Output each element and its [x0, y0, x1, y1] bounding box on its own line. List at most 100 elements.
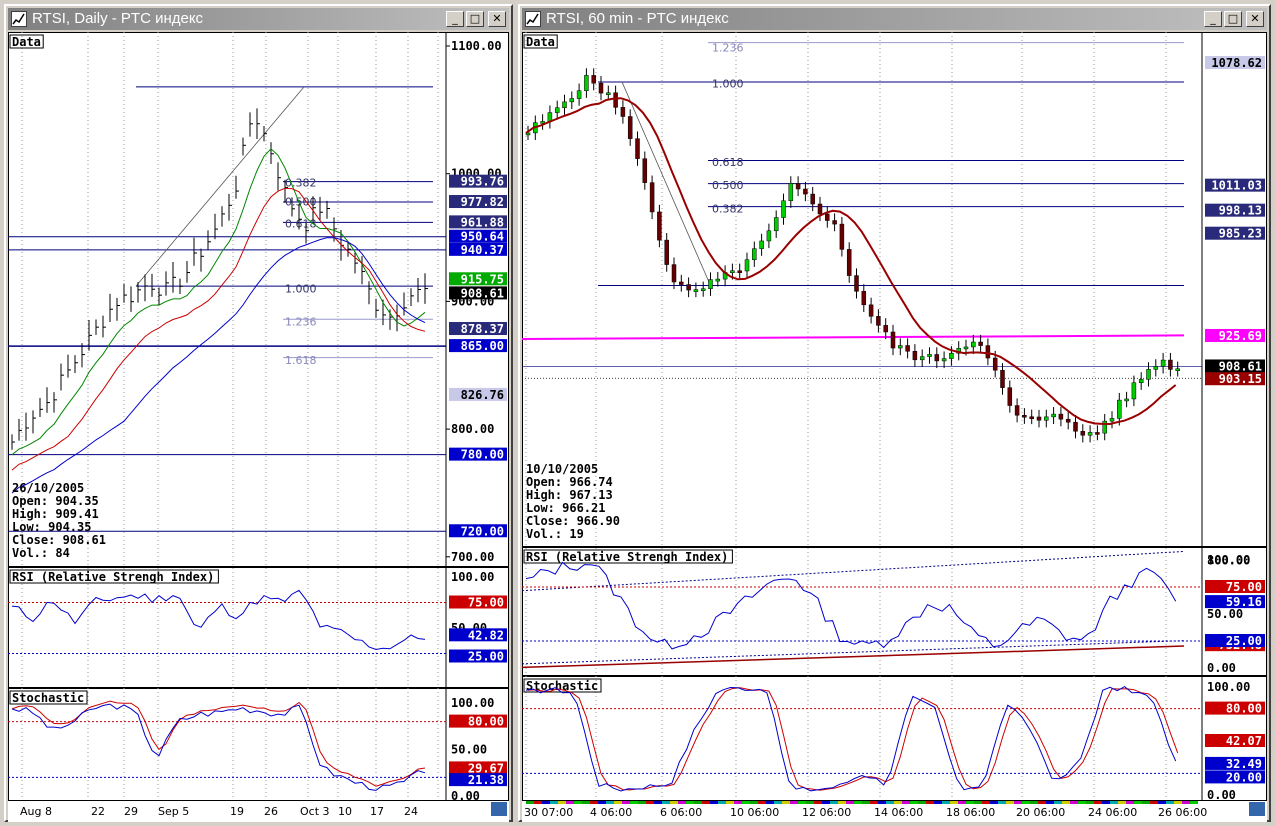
ohlc-info-0: 26/10/2005 — [12, 481, 84, 495]
daily-chart-svg[interactable]: 1100.001000.00900.00800.00700.00Data0.38… — [8, 32, 509, 822]
session-strip — [774, 801, 782, 804]
minimize-button[interactable]: _ — [446, 11, 464, 27]
session-strip — [630, 801, 638, 804]
session-strip — [1118, 801, 1126, 804]
maximize-button[interactable]: □ — [466, 11, 484, 27]
session-strip — [814, 801, 822, 804]
session-strip — [886, 801, 894, 804]
session-strip — [590, 801, 598, 804]
stoch-panel-label: Stochastic — [12, 691, 84, 705]
stoch-tag: 42.07 — [1226, 734, 1262, 748]
hourly-chart-window[interactable]: RTSI, 60 min - PTC индекс _ □ ✕ Data 1.23… — [518, 4, 1271, 822]
session-strip — [734, 801, 742, 804]
session-strip — [750, 801, 758, 804]
date-tick-label: 26 06:00 — [1158, 806, 1207, 819]
stoch-panel — [8, 688, 509, 801]
minimize-button[interactable]: _ — [1204, 11, 1222, 27]
candle-body — [1087, 432, 1093, 436]
rsi-panel — [522, 547, 1267, 676]
session-strip — [718, 801, 726, 804]
fib-level-label: 1.000 — [285, 282, 317, 295]
rsi-panel-label: RSI (Relative Strengh Index) — [526, 550, 728, 564]
session-strip — [582, 801, 590, 804]
session-strip — [862, 801, 870, 804]
candle-body — [1160, 359, 1166, 367]
candle-body — [854, 275, 859, 292]
candle-body — [1138, 379, 1144, 383]
session-strip — [1166, 801, 1174, 804]
hourly-chart-area[interactable]: Data 1.236 1.000 0.618 0.500 0.382 800.00 1078.… — [522, 32, 1267, 822]
session-strip — [822, 801, 830, 804]
fib-level-label: 1.236 — [285, 316, 317, 329]
status-icon — [491, 802, 507, 816]
daily-chart-area[interactable]: 1100.00 1000.00 900.00 800.00 700.00 Data 0.38… — [8, 32, 509, 822]
date-tick-label: Sep 5 — [158, 805, 189, 818]
candle-body — [1117, 399, 1122, 419]
candle-body — [781, 200, 786, 218]
ohlc-info-3: Low: 966.21 — [526, 501, 605, 515]
session-strip — [894, 801, 902, 804]
status-icon — [1249, 802, 1265, 816]
session-strip — [654, 801, 662, 804]
session-strip — [1094, 801, 1102, 804]
candle-body — [744, 259, 750, 272]
session-strip — [702, 801, 710, 804]
session-strip — [606, 801, 614, 804]
session-strip — [558, 801, 566, 804]
close-button[interactable]: ✕ — [1246, 11, 1264, 27]
session-strip — [910, 801, 918, 804]
candle-body — [730, 270, 735, 273]
session-strip — [670, 801, 678, 804]
candle-body — [584, 75, 589, 91]
hourly-window-titlebar[interactable]: RTSI, 60 min - PTC индекс _ □ ✕ — [522, 8, 1267, 30]
stoch-tag: 20.00 — [1226, 770, 1262, 784]
stoch-tick-label: 50.00 — [451, 743, 487, 757]
candle-body — [664, 239, 669, 265]
price-tag: 903.15 — [1219, 372, 1262, 386]
session-strip — [1014, 801, 1022, 804]
candle-body — [569, 98, 575, 103]
stoch-panel — [522, 676, 1267, 801]
candle-body — [715, 278, 721, 282]
session-strip — [694, 801, 702, 804]
hourly-chart-svg[interactable]: Data 1.2361.0000.6180.5000.382800.001078.… — [522, 32, 1267, 822]
session-strip — [726, 801, 734, 804]
price-tick-label: 1100.00 — [451, 39, 502, 53]
ohlc-info-0: 10/10/2005 — [526, 462, 598, 476]
daily-chart-window[interactable]: RTSI, Daily - PTC индекс _ □ ✕ 1100.00 10… — [4, 4, 513, 822]
candle-body — [810, 193, 815, 205]
date-tick-label: 26 — [264, 805, 278, 818]
candle-body — [1124, 398, 1129, 402]
candle-body — [1153, 366, 1159, 370]
session-strip — [798, 801, 806, 804]
candle-body — [1036, 416, 1042, 421]
close-button[interactable]: ✕ — [488, 11, 506, 27]
candle-body — [788, 183, 794, 202]
date-tick-label: 20 06:00 — [1016, 806, 1065, 819]
price-tag: 985.23 — [1219, 227, 1262, 241]
session-strip — [1062, 801, 1070, 804]
price-tag: 865.00 — [461, 339, 504, 353]
session-strip — [846, 801, 854, 804]
fib-level-label: 1.618 — [285, 354, 317, 367]
candle-body — [773, 217, 779, 232]
date-tick-label: 22 — [91, 805, 105, 818]
candle-body — [642, 158, 648, 183]
candle-body — [963, 346, 969, 350]
fib-level-label: 1.000 — [712, 77, 744, 90]
maximize-button[interactable]: □ — [1224, 11, 1242, 27]
session-strip — [1086, 801, 1094, 804]
date-tick-label: 4 06:00 — [590, 806, 632, 819]
price-tag: 940.37 — [461, 243, 504, 257]
candle-body — [613, 92, 618, 108]
candle-body — [890, 331, 896, 349]
session-strip — [1006, 801, 1014, 804]
daily-window-titlebar[interactable]: RTSI, Daily - PTC индекс _ □ ✕ — [8, 8, 509, 30]
session-strip — [1110, 801, 1118, 804]
date-tick-label: 14 06:00 — [874, 806, 923, 819]
session-strip — [1022, 801, 1030, 804]
candle-body — [941, 358, 947, 362]
session-strip — [870, 801, 878, 804]
candle-body — [1051, 413, 1056, 418]
candle-body — [978, 341, 983, 346]
